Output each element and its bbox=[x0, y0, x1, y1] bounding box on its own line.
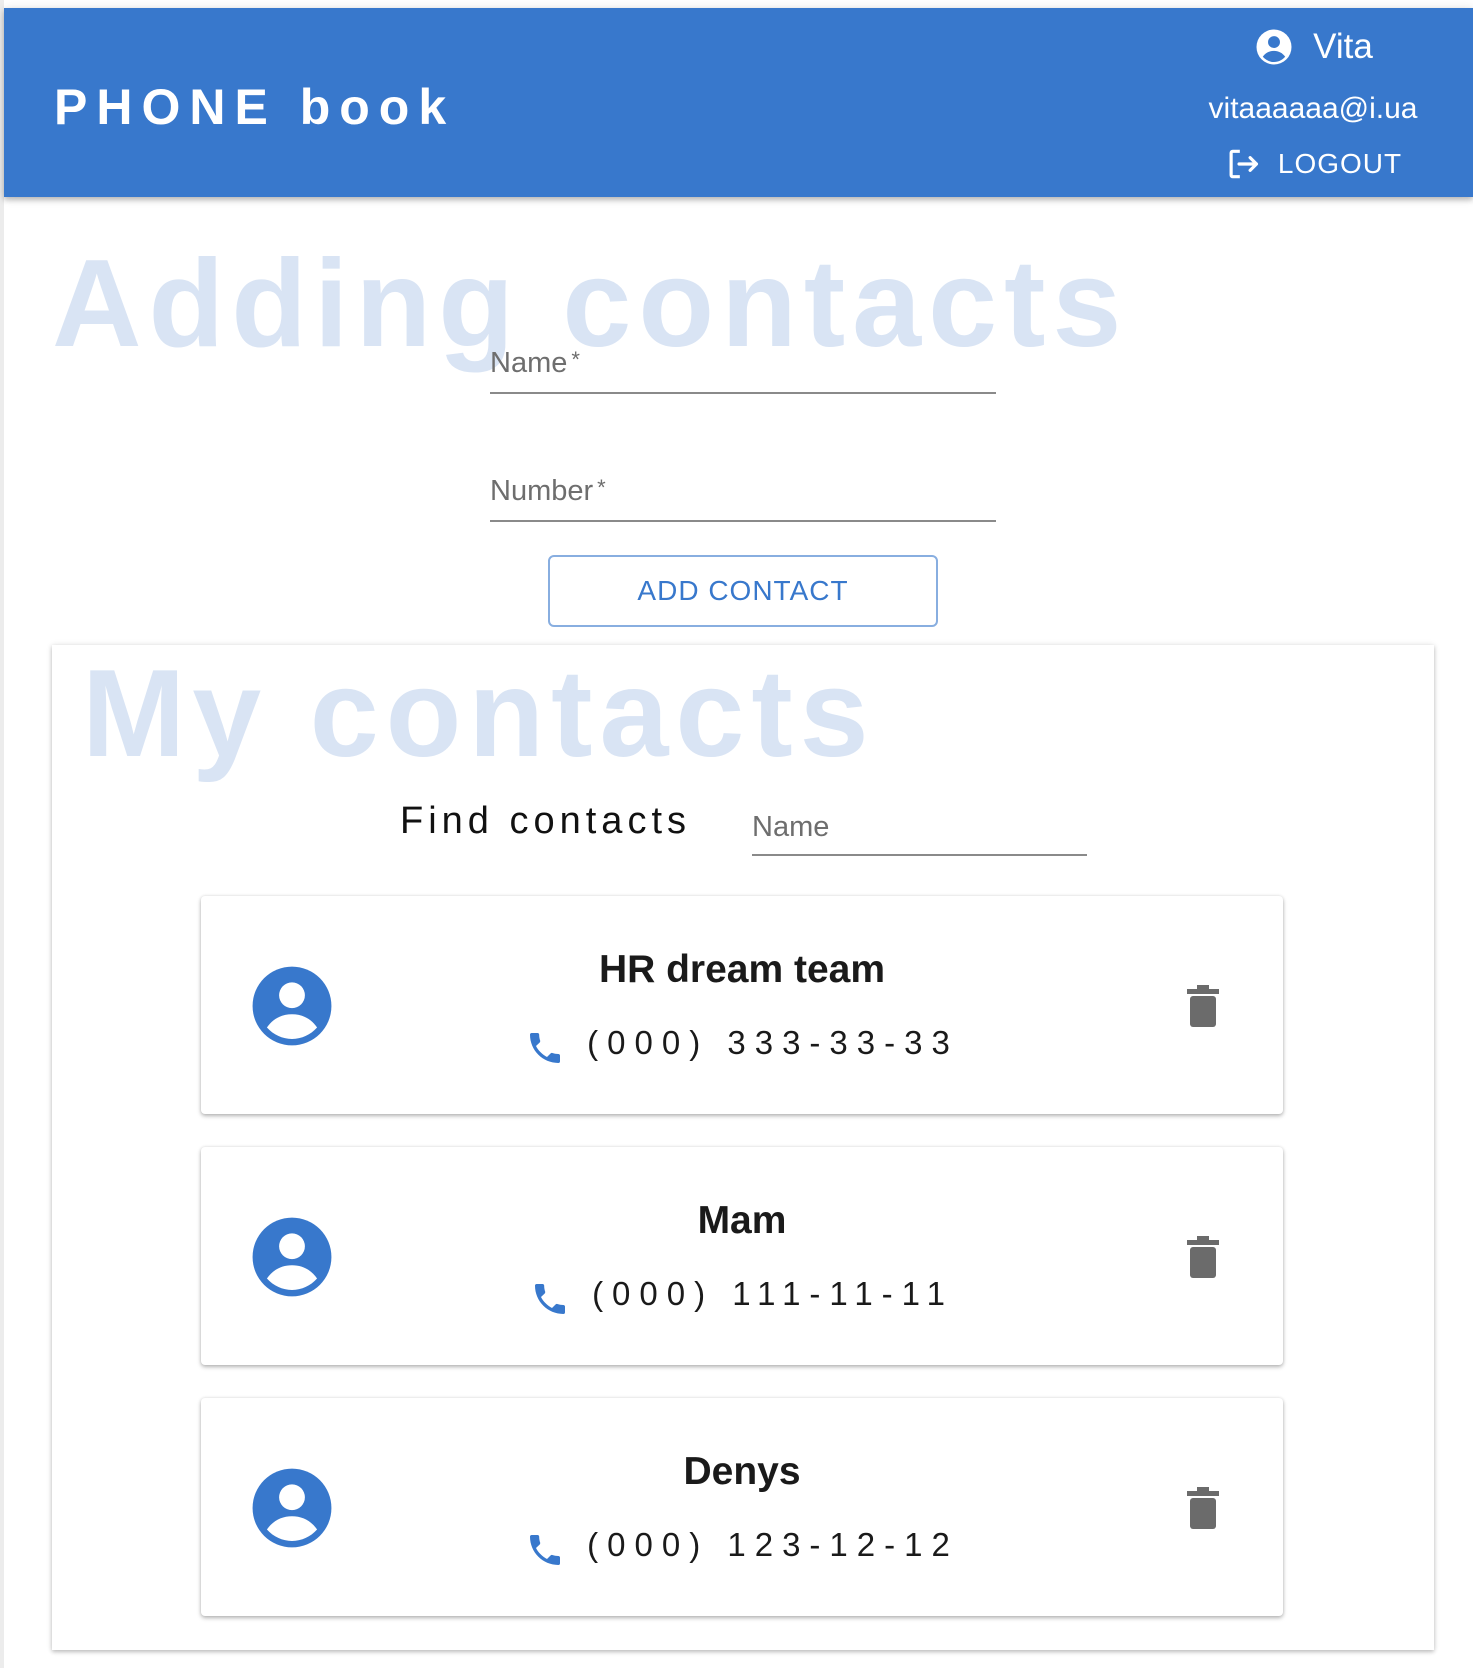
contact-number: (000) 111-11-11 bbox=[592, 1275, 954, 1312]
filter-input[interactable] bbox=[752, 800, 1087, 854]
phone-icon bbox=[530, 1535, 561, 1565]
contact-phone-row: (000) 333-33-33 bbox=[201, 1018, 1283, 1068]
user-email: vitaaaaaa@i.ua bbox=[1208, 92, 1418, 125]
contact-phone-row: (000) 123-12-12 bbox=[201, 1520, 1283, 1570]
trash-icon bbox=[1187, 985, 1219, 1027]
number-input[interactable] bbox=[490, 462, 996, 520]
user-info: Vita bbox=[1183, 26, 1443, 68]
logout-label: LOGOUT bbox=[1277, 148, 1403, 179]
logout-button[interactable]: LOGOUT bbox=[1183, 145, 1443, 183]
logout-icon bbox=[1229, 149, 1258, 179]
phone-icon bbox=[530, 1033, 561, 1063]
add-contact-button[interactable]: ADD CONTACT bbox=[548, 555, 938, 627]
delete-contact-button[interactable] bbox=[1185, 1235, 1221, 1279]
phonebook-page: PHONE book Vita vitaaaaaa@i.ua LOGOUT Ad bbox=[0, 0, 1473, 1668]
number-field[interactable]: Number * bbox=[490, 462, 996, 522]
app-bar: PHONE book Vita vitaaaaaa@i.ua LOGOUT bbox=[4, 8, 1473, 197]
find-contacts-label: Find contacts bbox=[400, 800, 691, 842]
user-name: Vita bbox=[1313, 27, 1373, 66]
trash-icon bbox=[1187, 1236, 1219, 1278]
trash-icon bbox=[1187, 1487, 1219, 1529]
delete-contact-button[interactable] bbox=[1185, 1486, 1221, 1530]
phone-icon bbox=[535, 1284, 566, 1314]
contact-phone-row: (000) 111-11-11 bbox=[201, 1269, 1283, 1319]
filter-field[interactable] bbox=[752, 800, 1087, 856]
user-menu: Vita vitaaaaaa@i.ua LOGOUT bbox=[1183, 20, 1443, 190]
window-edge bbox=[0, 0, 4, 1668]
contact-number: (000) 333-33-33 bbox=[587, 1024, 959, 1061]
name-input[interactable] bbox=[490, 334, 996, 392]
contact-name: HR dream team bbox=[598, 948, 886, 991]
contact-name: Denys bbox=[683, 1450, 801, 1493]
delete-contact-button[interactable] bbox=[1185, 984, 1221, 1028]
account-circle-icon bbox=[1256, 29, 1292, 65]
contact-card: Mam (000) 111-11-11 bbox=[201, 1147, 1283, 1365]
contact-card: Denys (000) 123-12-12 bbox=[201, 1398, 1283, 1616]
name-field[interactable]: Name * bbox=[490, 334, 996, 394]
brand-title: PHONE book bbox=[54, 79, 456, 135]
contact-name: Mam bbox=[697, 1199, 787, 1242]
contact-card: HR dream team (000) 333-33-33 bbox=[201, 896, 1283, 1114]
my-contacts-title: My contacts bbox=[82, 645, 876, 783]
contact-number: (000) 123-12-12 bbox=[587, 1526, 959, 1563]
